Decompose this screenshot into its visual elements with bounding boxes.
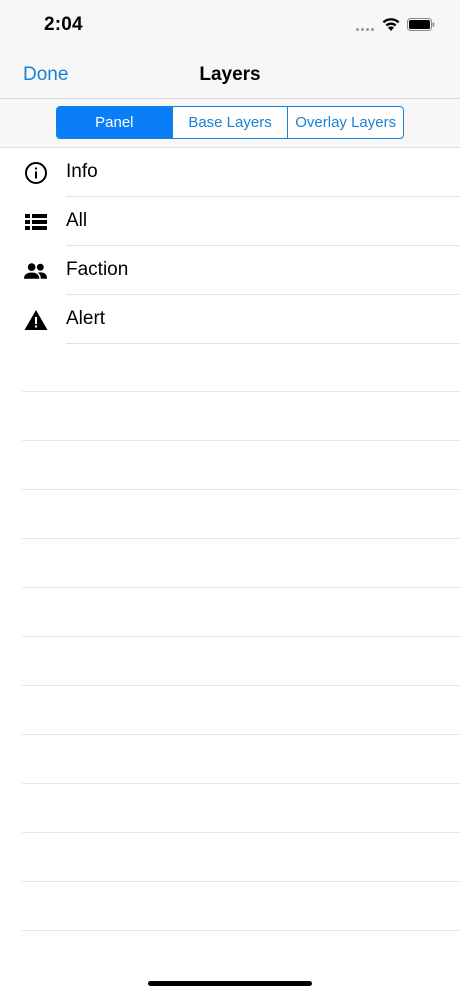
empty-row-separator <box>0 686 460 735</box>
status-time: 2:04 <box>44 14 83 35</box>
empty-row-separator <box>0 588 460 637</box>
cellular-signal-icon <box>356 28 374 31</box>
segment-panel[interactable]: Panel <box>57 107 172 138</box>
home-indicator[interactable] <box>148 981 312 986</box>
list-item-faction[interactable]: Faction <box>0 246 460 295</box>
list-item-all[interactable]: All <box>0 197 460 246</box>
page-title: Layers <box>199 64 261 85</box>
empty-row-separator <box>0 784 460 833</box>
empty-row-separator <box>0 539 460 588</box>
layer-type-segmented-control: Panel Base Layers Overlay Layers <box>56 106 404 139</box>
segment-base-layers[interactable]: Base Layers <box>171 107 288 138</box>
empty-row-separator <box>0 343 460 392</box>
segment-bar: Panel Base Layers Overlay Layers <box>0 99 460 148</box>
list-icon <box>23 209 48 234</box>
status-bar: 2:04 <box>0 0 460 50</box>
list-item-info[interactable]: Info <box>0 148 460 197</box>
empty-row-separator <box>0 882 460 931</box>
list-item-label: Info <box>66 161 98 182</box>
empty-row-separator <box>0 490 460 539</box>
segment-overlay-layers[interactable]: Overlay Layers <box>287 107 403 138</box>
empty-row-separator <box>0 637 460 686</box>
empty-row-separator <box>0 441 460 490</box>
warning-icon <box>23 307 48 332</box>
list-item-label: All <box>66 210 88 231</box>
list-item-label: Faction <box>66 259 129 280</box>
info-icon <box>23 160 48 185</box>
navigation-bar: Done Layers <box>0 50 460 99</box>
empty-row-separator <box>0 833 460 882</box>
list-item-alert[interactable]: Alert <box>0 295 460 344</box>
layers-screen: 2:04 Done Layers Panel Base Layers Overl… <box>0 0 460 996</box>
list-item-label: Alert <box>66 308 106 329</box>
empty-list-area <box>0 343 460 931</box>
empty-row-separator <box>0 392 460 441</box>
people-icon <box>23 258 48 283</box>
layers-list: Info All Faction Alert <box>0 148 460 344</box>
done-button[interactable]: Done <box>23 64 68 86</box>
wifi-icon <box>382 18 400 31</box>
battery-icon <box>407 18 435 31</box>
empty-row-separator <box>0 735 460 784</box>
